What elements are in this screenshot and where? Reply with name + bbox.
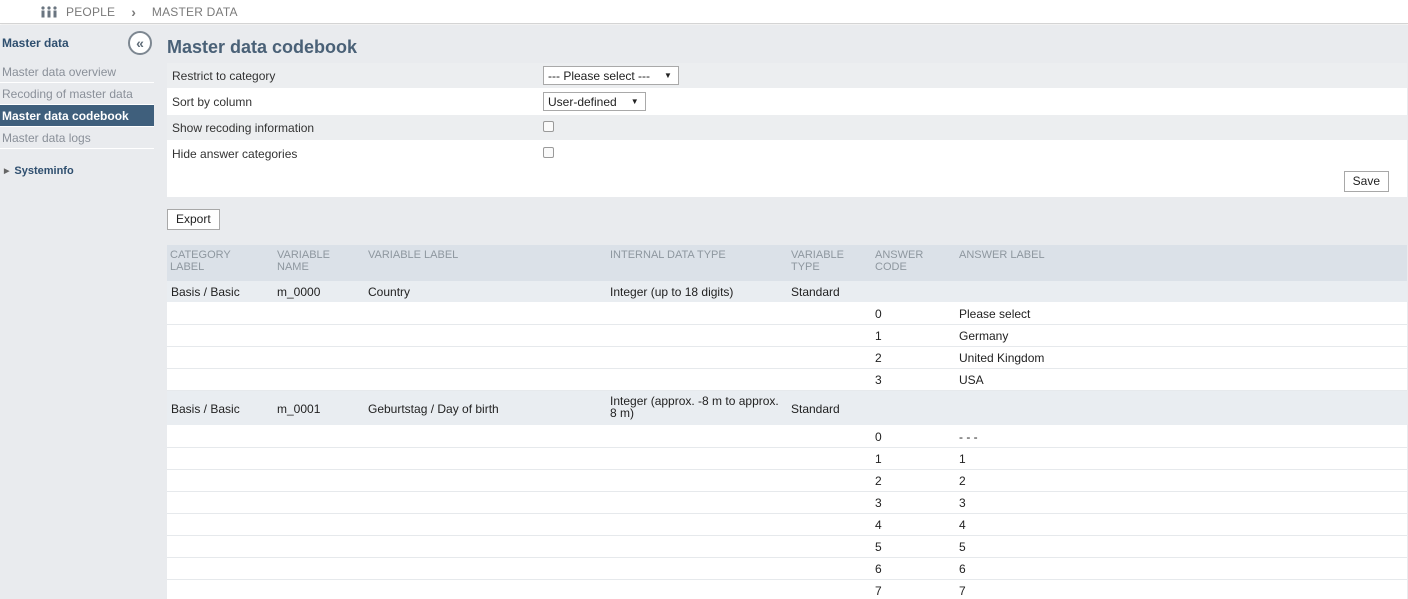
answer-label-cell: 4 [959,518,966,532]
variable-label-cell: Geburtstag / Day of birth [368,402,499,416]
header-variable-type: VARIABLE TYPE [791,249,844,273]
main-content: Master data codebook Restrict to categor… [154,25,1408,599]
form-row-sort: Sort by column User-defined ▼ [167,89,1407,115]
sidebar: Master data « Master data overview Recod… [0,25,154,599]
restrict-category-select[interactable]: --- Please select --- ▼ [543,66,679,85]
answer-code-cell: 3 [875,496,882,510]
variable-name-cell: m_0001 [277,402,321,416]
internal-data-type-cell: Integer (up to 18 digits) [610,285,734,299]
show-recoding-label: Show recoding information [172,120,315,135]
dropdown-arrow-icon: ▼ [630,97,639,106]
answer-code-cell: 0 [875,430,882,444]
answer-code-cell: 1 [875,329,882,343]
answer-label-cell: 5 [959,540,966,554]
answer-row: 77 [167,580,1407,599]
chevron-right-icon: › [131,3,136,20]
restrict-category-value: --- Please select --- [548,68,651,83]
table-body: Basis / Basic m_0000 Country Integer (up to… [167,281,1407,599]
answer-code-cell: 3 [875,373,882,387]
header-answer-code: ANSWER CODE [875,249,924,273]
header-variable-label: VARIABLE LABEL [368,249,459,261]
answer-label-cell: United Kingdom [959,351,1045,365]
form-row-restrict: Restrict to category --- Please select -… [167,63,1407,89]
answer-row: 0 - - - [167,426,1407,448]
form-row-save: Save [167,167,1407,197]
variable-type-cell: Standard [791,402,840,416]
top-bar: PEOPLE › MASTER DATA [0,0,1408,24]
export-button[interactable]: Export [167,209,220,230]
sidebar-section-systeminfo[interactable]: ▶ Systeminfo [0,165,154,177]
category-label-cell: Basis / Basic [171,285,240,299]
answer-label-cell: 2 [959,474,966,488]
variable-name-cell: m_0000 [277,285,321,299]
collapse-sidebar-button[interactable]: « [128,31,152,55]
category-label-cell: Basis / Basic [171,402,240,416]
hide-answers-checkbox[interactable] [543,147,554,158]
dropdown-arrow-icon: ▼ [664,71,672,80]
answer-row: 22 [167,470,1407,492]
save-button[interactable]: Save [1343,171,1389,192]
answer-label-cell: 6 [959,562,966,576]
answer-label-cell: 1 [959,452,966,466]
hide-answers-label: Hide answer categories [172,146,298,161]
variable-row: Basis / Basic m_0000 Country Integer (up to… [167,281,1407,303]
triangle-right-icon: ▶ [4,168,10,176]
breadcrumb-master-data: MASTER DATA [151,4,238,19]
sidebar-title: Master data [2,36,69,50]
answer-row: 0 Please select [167,303,1407,325]
answer-row: 11 [167,448,1407,470]
answer-row: 33 [167,492,1407,514]
answer-row: 55 [167,536,1407,558]
header-answer-label: ANSWER LABEL [959,249,1045,261]
header-category-label: CATEGORY LABEL [170,249,231,273]
answer-row: 44 [167,514,1407,536]
table-header: CATEGORY LABEL VARIABLE NAME VARIABLE LA… [167,245,1407,281]
variable-type-cell: Standard [791,285,840,299]
answer-row: 3 USA [167,369,1407,391]
answer-row: 1 Germany [167,325,1407,347]
form-row-recoding: Show recoding information [167,115,1407,141]
answer-code-cell: 1 [875,452,882,466]
header-internal-data-type: INTERNAL DATA TYPE [610,249,726,261]
variable-label-cell: Country [368,285,411,299]
answer-row: 66 [167,558,1407,580]
answer-label-cell: Germany [959,329,1009,343]
form-row-hide-answers: Hide answer categories [167,141,1407,167]
answer-label-cell: USA [959,373,984,387]
sidebar-item-recoding-of-master-data[interactable]: Recoding of master data [0,83,154,105]
restrict-label: Restrict to category [172,68,276,83]
answer-label-cell: - - - [959,430,978,444]
answer-code-cell: 0 [875,307,882,321]
answer-code-cell: 6 [875,562,882,576]
codebook-table: CATEGORY LABEL VARIABLE NAME VARIABLE LA… [167,245,1407,599]
variable-row: Basis / Basic m_0001 Geburtstag / Day of b… [167,391,1407,426]
codebook-options-form: Restrict to category --- Please select -… [167,63,1407,197]
page-title: Master data codebook [167,37,358,57]
sidebar-item-master-data-overview[interactable]: Master data overview [0,61,154,83]
answer-label-cell: Please select [959,307,1031,321]
breadcrumb-people[interactable]: PEOPLE [66,5,115,19]
answer-row: 2 United Kingdom [167,347,1407,369]
header-variable-name: VARIABLE NAME [277,249,330,273]
answer-label-cell: 3 [959,496,966,510]
answer-label-cell: 7 [959,584,966,598]
answer-code-cell: 4 [875,518,882,532]
sidebar-header: Master data « [0,25,154,61]
sidebar-item-master-data-logs[interactable]: Master data logs [0,127,154,149]
sidebar-item-master-data-codebook[interactable]: Master data codebook [0,105,154,127]
answer-code-cell: 2 [875,474,882,488]
show-recoding-checkbox[interactable] [543,121,554,132]
answer-code-cell: 7 [875,584,882,598]
people-icon [40,5,58,18]
internal-data-type-cell: Integer (approx. -8 m to approx. 8 m) [610,394,779,420]
sort-column-value: User-defined [548,94,617,109]
sort-column-select[interactable]: User-defined ▼ [543,92,646,111]
answer-code-cell: 5 [875,540,882,554]
answer-code-cell: 2 [875,351,882,365]
sidebar-section-label: Systeminfo [14,165,74,177]
sort-label: Sort by column [172,94,253,109]
